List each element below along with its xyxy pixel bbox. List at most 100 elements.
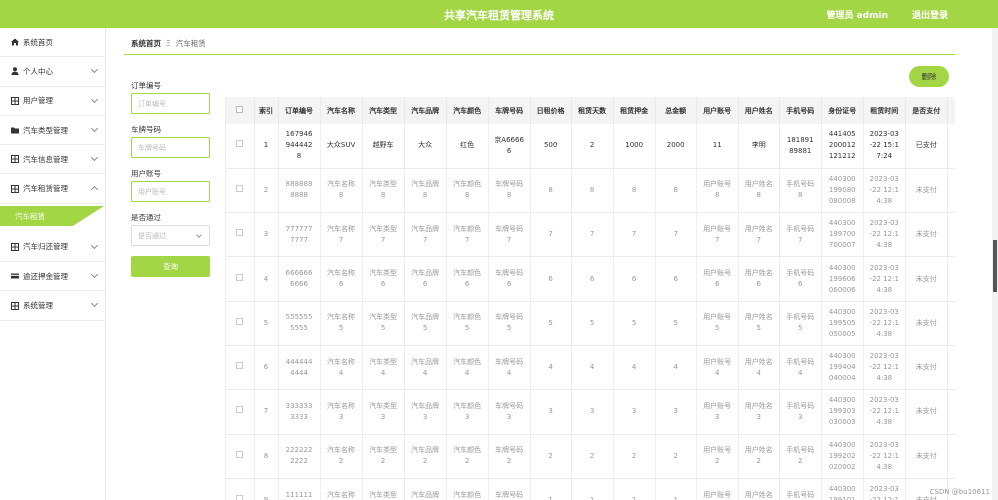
table-cell: 7777777777 [278, 212, 321, 258]
logout-link[interactable]: 退出登录 [912, 8, 948, 21]
table-cell: 2 [571, 434, 614, 479]
table-cell: 汽车类型3 [362, 389, 405, 435]
query-button[interactable]: 查询 [131, 256, 210, 277]
approved-select[interactable]: 是否通过 [131, 225, 210, 246]
table-cell: 汽车品牌2 [404, 434, 447, 479]
row-checkbox[interactable] [226, 389, 255, 435]
table-cell: 汽车类型5 [362, 301, 405, 346]
table-row[interactable]: 91111111111汽车名称1汽车类型1汽车品牌1汽车颜色1车牌号码11111… [226, 478, 955, 500]
table-cell: 3333333333 [278, 389, 321, 435]
plate-number-label: 车牌号码 [131, 125, 161, 134]
breadcrumb-home[interactable]: 系统首页 [131, 38, 161, 49]
table-cell-overflow [947, 389, 955, 435]
breadcrumb-current: 汽车租赁 [175, 39, 206, 48]
table-cell-overflow [947, 434, 955, 479]
table-cell: 5555555555 [278, 301, 321, 346]
table-cell: 手机号码7 [779, 212, 822, 258]
table-cell: 4 [530, 345, 572, 391]
table-cell: 2 [571, 124, 614, 169]
table-cell: 用户账号5 [696, 301, 739, 346]
sidebar-item-system[interactable]: 系统管理 [0, 291, 105, 321]
column-header: 汽车名称 [320, 97, 363, 124]
sidebar-item-label: 系统首页 [23, 37, 53, 47]
sidebar-item-label: 个人中心 [23, 66, 53, 76]
user-account-label: 用户账号 [131, 169, 161, 178]
sidebar-item-deposit[interactable]: 逾还押金管理 [0, 262, 105, 292]
chevron-up-icon [90, 186, 99, 194]
row-checkbox[interactable] [226, 345, 255, 391]
table-cell: 2023-03-22 12:14:38 [863, 478, 906, 500]
table-cell: 8888888888 [278, 168, 321, 214]
column-header: 汽车品牌 [404, 97, 447, 124]
table-row[interactable]: 4 6666666666 汽车名称6 汽车类型6 汽车品牌6 汽车颜色6 车牌号码6 6 6 6 6… [226, 256, 955, 302]
sidebar-item-home[interactable]: 系统首页 [0, 28, 105, 58]
sidebar-subitem-label: 汽车租赁 [15, 212, 45, 221]
column-header: 汽车颜色 [446, 97, 489, 124]
sidebar-item-users[interactable]: 用户管理 [0, 87, 105, 116]
table-cell-overflow [947, 345, 955, 391]
table-cell: 3 [571, 389, 614, 435]
column-header: 用户姓名 [738, 97, 780, 124]
table-cell: 2023-03-22 12:14:38 [863, 434, 906, 479]
plate-number-input[interactable]: 车牌号码 [131, 137, 210, 158]
table-cell: 8 [254, 434, 279, 479]
table-cell: 5 [613, 301, 656, 346]
approved-label: 是否通过 [131, 213, 161, 222]
row-checkbox[interactable] [226, 124, 255, 169]
table-cell: 2 [655, 434, 697, 479]
table-cell: 用户账号3 [696, 389, 739, 435]
order-number-input[interactable]: 订单编号 [131, 93, 210, 114]
sidebar-item-label: 汽车类型管理 [23, 125, 68, 135]
table-cell: 大众SUV [320, 124, 363, 169]
table-row[interactable]: 2 8888888888 汽车名称8 汽车类型8 汽车品牌8 汽车颜色8 车牌号码8 8 8 8 8… [226, 168, 955, 214]
table-cell: 2023-03-22 12:14:38 [863, 301, 906, 346]
table-cell: 汽车颜色2 [446, 434, 489, 479]
scrollbar-thumb[interactable] [993, 240, 997, 292]
sidebar-item-label: 系统管理 [23, 301, 53, 311]
table-header: 索引 订单编号 汽车名称 汽车类型 汽车品牌 汽车颜色 车牌号码 日租价格 租赁天数 租赁押金 总金… [226, 97, 955, 124]
table-cell: 440300199606060006 [821, 256, 864, 302]
table-cell: 手机号码5 [779, 301, 822, 346]
table-cell: 440300199101010001 [821, 478, 864, 500]
grid-icon [10, 184, 19, 193]
row-checkbox[interactable] [226, 434, 255, 479]
table-row[interactable]: 1 1679469444428 大众SUV 越野车 大众 红色 京A66666 500 2 100… [226, 124, 955, 169]
sidebar-item-profile[interactable]: 个人中心 [0, 57, 105, 87]
row-checkbox[interactable] [226, 478, 255, 500]
table-cell: 8 [655, 168, 697, 214]
chevron-down-icon [90, 300, 99, 308]
table-row[interactable]: 5 5555555555 汽车名称5 汽车类型5 汽车品牌5 汽车颜色5 车牌号码5 5 5 5 5… [226, 301, 955, 346]
page-scrollbar[interactable] [992, 28, 998, 500]
table-cell-overflow [947, 168, 955, 214]
order-number-label: 订单编号 [131, 81, 161, 90]
row-checkbox[interactable] [226, 168, 255, 214]
column-header: 身份证号 [821, 97, 864, 124]
table-cell: 汽车名称1 [320, 478, 363, 500]
sidebar-item-car-type[interactable]: 汽车类型管理 [0, 116, 105, 146]
table-cell: 用户账号7 [696, 212, 739, 258]
table-row[interactable]: 8 2222222222 汽车名称2 汽车类型2 汽车品牌2 汽车颜色2 车牌号码2 2 2 2 2… [226, 434, 955, 479]
row-checkbox[interactable] [226, 301, 255, 346]
row-checkbox[interactable] [226, 212, 255, 258]
user-account-input[interactable]: 用户账号 [131, 181, 210, 202]
table-row[interactable]: 7 3333333333 汽车名称3 汽车类型3 汽车品牌3 汽车颜色3 车牌号码3 3 3 3 3… [226, 389, 955, 435]
table-row[interactable]: 3 7777777777 汽车名称7 汽车类型7 汽车品牌7 汽车颜色7 车牌号码7 7 7 7 7… [226, 212, 955, 258]
table-cell: 9 [254, 478, 279, 500]
delete-button[interactable]: 删除 [909, 66, 949, 87]
table-cell: 用户姓名2 [738, 434, 780, 479]
sidebar-item-car-rental[interactable]: 汽车租赁管理 [0, 174, 105, 204]
sidebar-subitem-car-rental[interactable]: 汽车租赁 [0, 206, 104, 226]
watermark: CSDN @bu10611 [929, 488, 990, 496]
table-row[interactable]: 6 4444444444 汽车名称4 汽车类型4 汽车品牌4 汽车颜色4 车牌号码4 4 4 4 4… [226, 345, 955, 391]
table-cell: 440300199404040004 [821, 345, 864, 391]
select-all-checkbox[interactable] [226, 97, 255, 124]
table-cell: 440300199202020002 [821, 434, 864, 479]
sidebar-item-label: 汽车租赁管理 [23, 184, 68, 194]
sidebar-item-car-info[interactable]: 汽车信息管理 [0, 145, 105, 175]
sidebar-item-car-return[interactable]: 汽车归还管理 [0, 233, 105, 263]
table-cell: 2 [530, 434, 572, 479]
column-header: 租赁天数 [571, 97, 614, 124]
table-cell: 李明 [738, 124, 780, 169]
home-icon [10, 38, 19, 47]
row-checkbox[interactable] [226, 256, 255, 302]
